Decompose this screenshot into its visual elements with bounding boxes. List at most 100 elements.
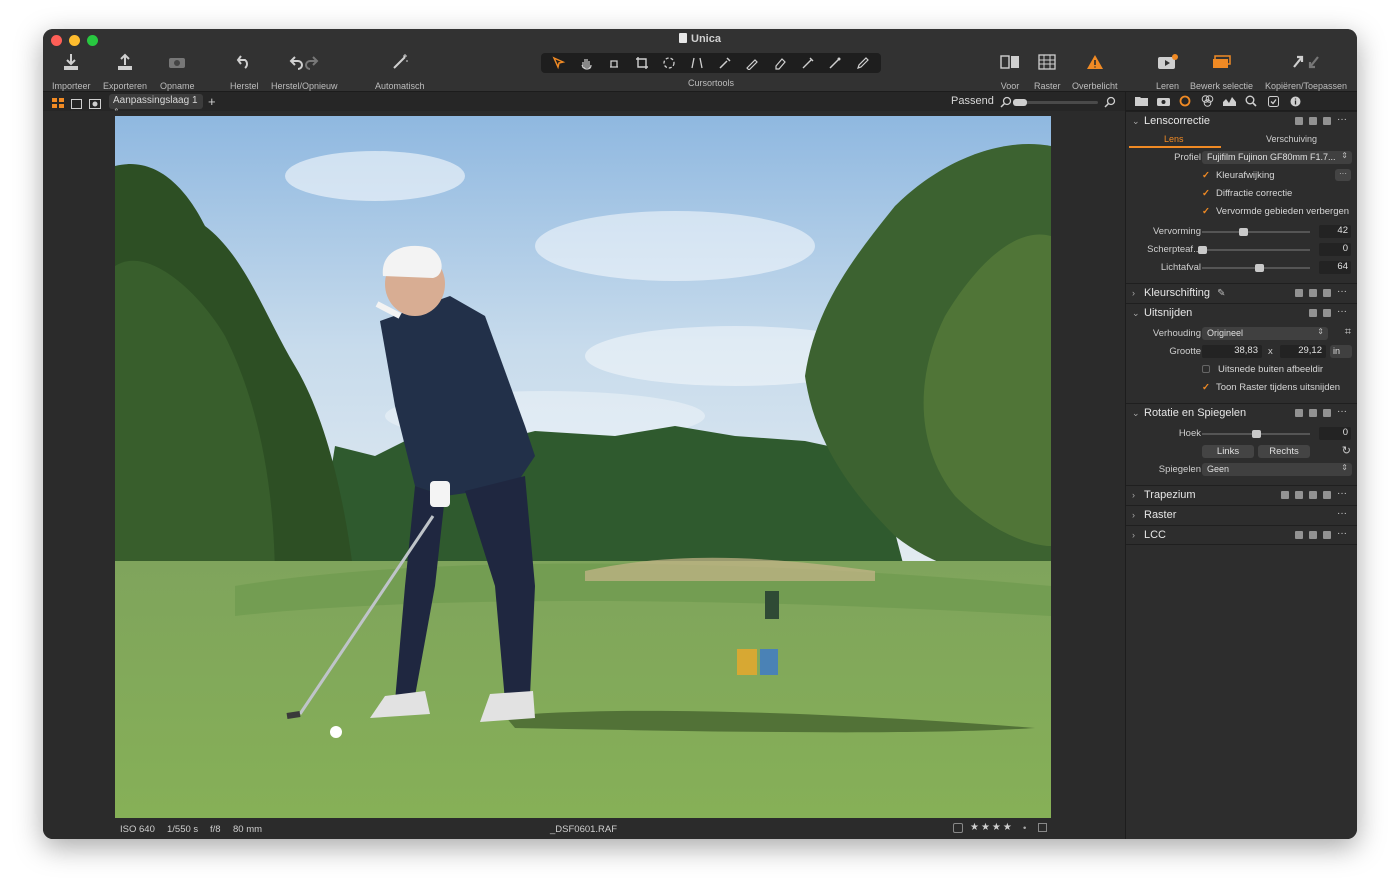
mirror-select[interactable]: Geen ⇕: [1202, 463, 1352, 476]
adjustments-tab-icon[interactable]: [1266, 95, 1280, 107]
adjust-icon[interactable]: [1295, 491, 1303, 499]
lcc-header[interactable]: › LCC ···: [1126, 525, 1357, 545]
presets-icon[interactable]: [1323, 117, 1331, 125]
grid-button[interactable]: Raster: [1034, 51, 1061, 91]
select-checkbox[interactable]: [953, 823, 963, 833]
falloff-slider[interactable]: [1202, 264, 1310, 272]
more-icon[interactable]: ···: [1337, 407, 1349, 417]
adjust-icon[interactable]: [1295, 531, 1303, 539]
add-layer-icon[interactable]: +: [208, 94, 216, 109]
angle-value[interactable]: 0: [1319, 427, 1351, 440]
loupe-icon[interactable]: [603, 55, 625, 71]
camera-tab-icon[interactable]: [1156, 95, 1170, 107]
rotate-left-button[interactable]: Links: [1202, 445, 1254, 458]
adjust-icon[interactable]: [1309, 409, 1317, 417]
edit-selection-button[interactable]: Bewerk selectie: [1190, 51, 1253, 91]
reset-section-icon[interactable]: [1309, 491, 1317, 499]
rotation-header[interactable]: ⌄ Rotatie en Spiegelen ···: [1126, 403, 1357, 423]
falloff-value[interactable]: 64: [1319, 261, 1351, 274]
folder-tab-icon[interactable]: [1134, 95, 1148, 107]
tab-shift[interactable]: Verschuiving: [1266, 134, 1317, 144]
angle-slider[interactable]: [1202, 430, 1310, 438]
diffraction-checkbox[interactable]: ✓ Diffractie correctie: [1202, 188, 1292, 199]
metadata-tab-icon[interactable]: [1288, 95, 1302, 107]
color-fringe-header[interactable]: › Kleurschifting ✎ ···: [1126, 283, 1357, 303]
sharpness-value[interactable]: 0: [1319, 243, 1351, 256]
keystone-header[interactable]: › Trapezium ···: [1126, 485, 1357, 505]
grid-header[interactable]: › Raster ···: [1126, 505, 1357, 525]
import-button[interactable]: Importeer: [52, 51, 91, 91]
reset-section-icon[interactable]: [1309, 117, 1317, 125]
color-aberration-checkbox[interactable]: ✓ Kleurafwijking: [1202, 170, 1275, 181]
sharpness-slider-knob[interactable]: [1198, 246, 1207, 254]
layer-select[interactable]: Aanpassingslaag 1 ⇕: [109, 94, 203, 116]
copy-apply-button[interactable]: Kopiëren/Toepassen: [1265, 51, 1347, 91]
lens-correction-header[interactable]: ⌄ Lenscorrectie ···: [1126, 111, 1357, 131]
heal-brush-icon[interactable]: [797, 55, 819, 71]
adjust-icon[interactable]: [1295, 117, 1303, 125]
zoom-slider-knob[interactable]: [1013, 99, 1027, 106]
learn-button[interactable]: Leren: [1156, 51, 1179, 91]
keystone-icon[interactable]: [686, 55, 708, 71]
falloff-slider-knob[interactable]: [1255, 264, 1265, 272]
show-grid-checkbox[interactable]: ✓ Toon Raster tijdens uitsnijden: [1202, 382, 1340, 393]
exposure-warning-button[interactable]: Overbelicht: [1072, 51, 1118, 91]
undo-redo-button[interactable]: Herstel/Opnieuw: [271, 51, 338, 91]
unit-select[interactable]: in: [1330, 345, 1352, 358]
presets-icon[interactable]: [1323, 491, 1331, 499]
sharpness-slider[interactable]: [1198, 246, 1310, 254]
more-icon[interactable]: ···: [1337, 287, 1349, 297]
adjust-icon[interactable]: [1309, 309, 1317, 317]
eraser-icon[interactable]: [769, 55, 791, 71]
zoom-fit-label[interactable]: Passend: [951, 95, 994, 107]
lens-tab-icon[interactable]: [1178, 95, 1192, 107]
star-rating[interactable]: ★★★★: [970, 822, 1014, 833]
pan-hand-icon[interactable]: [575, 55, 597, 71]
distortion-slider[interactable]: [1202, 228, 1310, 236]
reset-section-icon[interactable]: [1323, 409, 1331, 417]
crop-outside-checkbox[interactable]: Uitsnede buiten afbeeldir: [1202, 364, 1323, 375]
exposure-tab-icon[interactable]: [1222, 95, 1236, 107]
crop-tool-icon[interactable]: ⌗: [1345, 326, 1351, 339]
auto-adjust-button[interactable]: Automatisch: [375, 51, 425, 91]
select-cursor-icon[interactable]: [548, 55, 570, 71]
export-button[interactable]: Exporteren: [103, 51, 147, 91]
crop-height-input[interactable]: 29,12: [1280, 345, 1326, 358]
picker-icon[interactable]: [1295, 409, 1303, 417]
reset-section-icon[interactable]: [1309, 289, 1317, 297]
golf-photo[interactable]: [115, 116, 1051, 818]
picker-icon[interactable]: [1281, 491, 1289, 499]
crop-icon[interactable]: [631, 55, 653, 71]
more-icon[interactable]: ···: [1337, 307, 1349, 317]
adjust-icon[interactable]: [1295, 289, 1303, 297]
distortion-slider-knob[interactable]: [1239, 228, 1249, 236]
hide-distorted-checkbox[interactable]: ✓ Vervormde gebieden verbergen: [1202, 206, 1349, 217]
color-tab-icon[interactable]: [1200, 95, 1214, 107]
angle-slider-knob[interactable]: [1252, 430, 1261, 438]
ratio-select[interactable]: Origineel ⇕: [1202, 327, 1328, 340]
pen-icon[interactable]: [852, 55, 874, 71]
annotate-icon[interactable]: [824, 55, 846, 71]
color-tag-icon[interactable]: [1038, 823, 1047, 832]
brush-icon[interactable]: [741, 55, 763, 71]
reset-section-icon[interactable]: [1323, 309, 1331, 317]
tab-lens[interactable]: Lens: [1164, 134, 1184, 144]
rotate-right-button[interactable]: Rechts: [1258, 445, 1310, 458]
details-tab-icon[interactable]: [1244, 95, 1258, 107]
presets-icon[interactable]: [1323, 531, 1331, 539]
color-picker-icon[interactable]: [714, 55, 736, 71]
more-options-icon[interactable]: ···: [1335, 169, 1351, 181]
more-icon[interactable]: ···: [1337, 115, 1349, 125]
distortion-value[interactable]: 42: [1319, 225, 1351, 238]
more-icon[interactable]: ···: [1337, 529, 1349, 539]
crop-width-input[interactable]: 38,83: [1202, 345, 1262, 358]
profile-select[interactable]: Fujifilm Fujinon GF80mm F1.7... ⇕: [1202, 151, 1352, 164]
presets-icon[interactable]: [1323, 289, 1331, 297]
crop-header[interactable]: ⌄ Uitsnijden ···: [1126, 303, 1357, 323]
eyedropper-icon[interactable]: ✎: [1217, 288, 1225, 299]
before-button[interactable]: Voor: [1000, 51, 1020, 91]
zoom-slider[interactable]: [1013, 99, 1098, 106]
capture-button[interactable]: Opname: [160, 51, 195, 91]
more-icon[interactable]: ···: [1337, 509, 1349, 519]
more-icon[interactable]: ···: [1337, 489, 1349, 499]
